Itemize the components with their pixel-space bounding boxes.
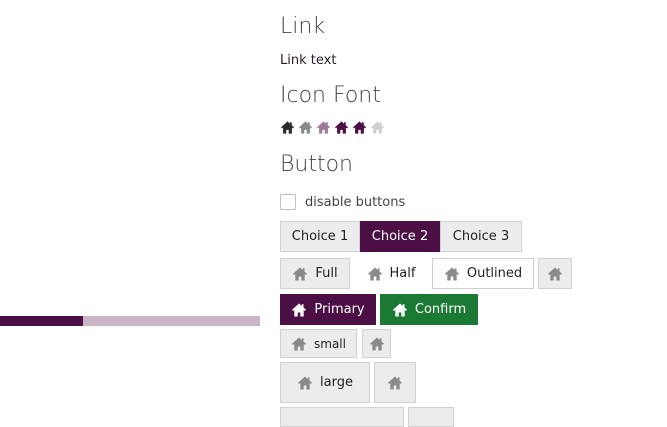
confirm-label: Confirm [414, 302, 467, 317]
home-icon [291, 302, 307, 318]
choice-2-label: Choice 2 [371, 229, 429, 244]
home-icon [547, 266, 563, 282]
home-icon [297, 375, 313, 391]
home-icon [298, 120, 313, 135]
primary-button[interactable]: Primary [280, 294, 376, 325]
large-icon-button[interactable] [374, 362, 416, 403]
section-title-button: Button [280, 152, 354, 177]
large-label: large [320, 375, 353, 390]
half-label: Half [389, 266, 416, 281]
disable-buttons-checkbox-row[interactable]: disable buttons [280, 194, 405, 210]
home-icon [334, 120, 349, 135]
small-button[interactable]: small [280, 329, 357, 358]
half-button[interactable]: Half [355, 258, 427, 289]
full-label: Full [315, 266, 338, 281]
link-text[interactable]: Link text [280, 53, 336, 68]
home-icon [387, 375, 403, 391]
primary-label: Primary [314, 302, 365, 317]
icon-row [280, 120, 385, 135]
outlined-label: Outlined [466, 266, 523, 281]
disable-buttons-label: disable buttons [305, 194, 406, 210]
small-icon-button[interactable] [362, 329, 391, 358]
home-icon [369, 336, 385, 352]
section-title-link: Link [280, 14, 326, 39]
full-button[interactable]: Full [280, 258, 350, 289]
choice-3-label: Choice 3 [452, 229, 510, 244]
next-row-icon-button[interactable] [408, 407, 454, 427]
home-icon [367, 266, 383, 282]
next-row-button[interactable] [280, 407, 404, 427]
confirm-button[interactable]: Confirm [380, 294, 478, 325]
home-icon [444, 266, 460, 282]
choice-2-button[interactable]: Choice 2 [360, 221, 440, 252]
outlined-button[interactable]: Outlined [432, 258, 534, 289]
home-icon [352, 120, 367, 135]
home-icon [280, 120, 295, 135]
large-button[interactable]: large [280, 362, 370, 403]
choice-1-button[interactable]: Choice 1 [280, 221, 360, 252]
section-title-icon-font: Icon Font [280, 83, 381, 108]
home-icon [392, 302, 408, 318]
small-label: small [314, 336, 346, 351]
progress-bar [0, 316, 260, 326]
progress-fill [0, 316, 84, 326]
icon-only-button[interactable] [538, 258, 572, 289]
home-icon [291, 336, 307, 352]
choice-1-label: Choice 1 [291, 229, 349, 244]
choice-3-button[interactable]: Choice 3 [440, 221, 522, 252]
disable-buttons-checkbox[interactable] [280, 194, 296, 210]
home-icon [370, 120, 385, 135]
home-icon [292, 266, 308, 282]
home-icon [316, 120, 331, 135]
